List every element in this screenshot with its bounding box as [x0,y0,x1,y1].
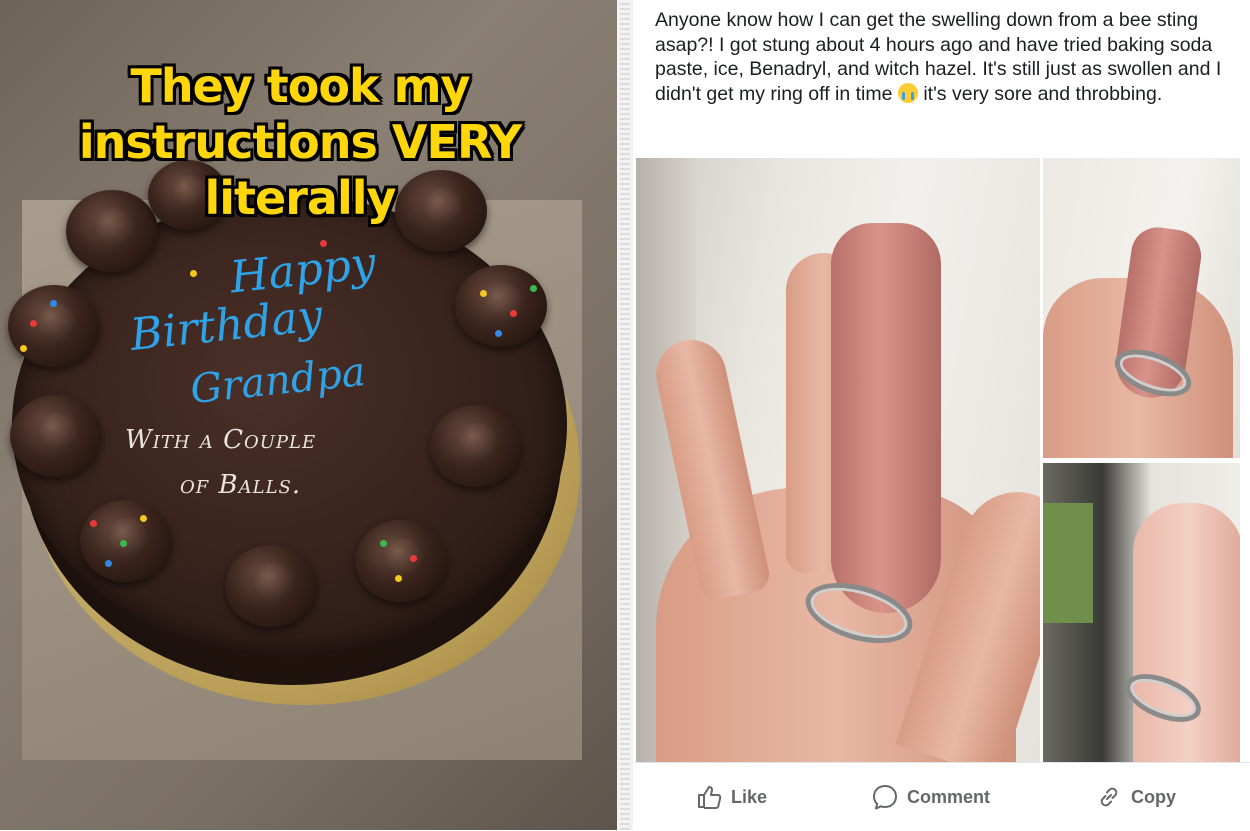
post-action-bar: Like Comment Copy [633,762,1250,831]
frosting-rosette [225,545,317,627]
sprinkle [410,555,417,562]
post-photo-side-bottom[interactable] [1043,463,1240,762]
sprinkle [120,540,127,547]
sprinkle [190,270,197,277]
like-button[interactable]: Like [695,783,767,811]
caption-line-1: They took my [130,59,470,113]
comment-bubble-icon [873,785,897,810]
sprinkle [30,320,37,327]
post-photo-main[interactable] [636,158,1040,762]
frosting-rosette [430,405,522,487]
like-label: Like [731,786,768,807]
caption-line-2: instructions VERY [78,115,522,169]
sprinkle [380,540,387,547]
cake-text-of-balls: of Balls. [180,470,302,500]
sprinkle [140,515,147,522]
crying-face-icon [897,82,918,103]
frosting-rosette [10,395,102,477]
copy-label: Copy [1131,786,1176,807]
social-post: Anyone know how I can get the swelling d… [633,0,1250,831]
comment-label: Comment [907,786,991,807]
comment-button[interactable]: Comment [871,783,990,811]
sprinkle [530,285,537,292]
post-photo-side-top[interactable] [1043,158,1240,458]
torn-divider [617,0,633,830]
post-text: Anyone know how I can get the swelling d… [655,8,1225,106]
caption-line-3: literally [204,171,397,225]
sprinkle [510,310,517,317]
meme-caption: They took my instructions VERY literally [20,58,580,226]
link-icon [1100,787,1118,807]
post-text-tail: it's very sore and throbbing. [923,82,1163,105]
frosting-rosette [355,520,447,602]
sprinkle [105,560,112,567]
cake-photo: Happy Birthday Grandpa With a Couple of … [0,0,617,830]
thumbs-up-icon [698,786,722,809]
copy-button[interactable]: Copy [1095,783,1176,811]
sprinkle [495,330,502,337]
window-view [1043,503,1093,623]
sprinkle [395,575,402,582]
sprinkle [90,520,97,527]
sprinkle [480,290,487,297]
swollen-finger [831,223,941,613]
cake-text-with-a-couple: With a Couple [125,425,317,455]
hand [1133,503,1240,762]
sprinkle [50,300,57,307]
sprinkle [20,345,27,352]
frosting-rosette [8,285,100,367]
